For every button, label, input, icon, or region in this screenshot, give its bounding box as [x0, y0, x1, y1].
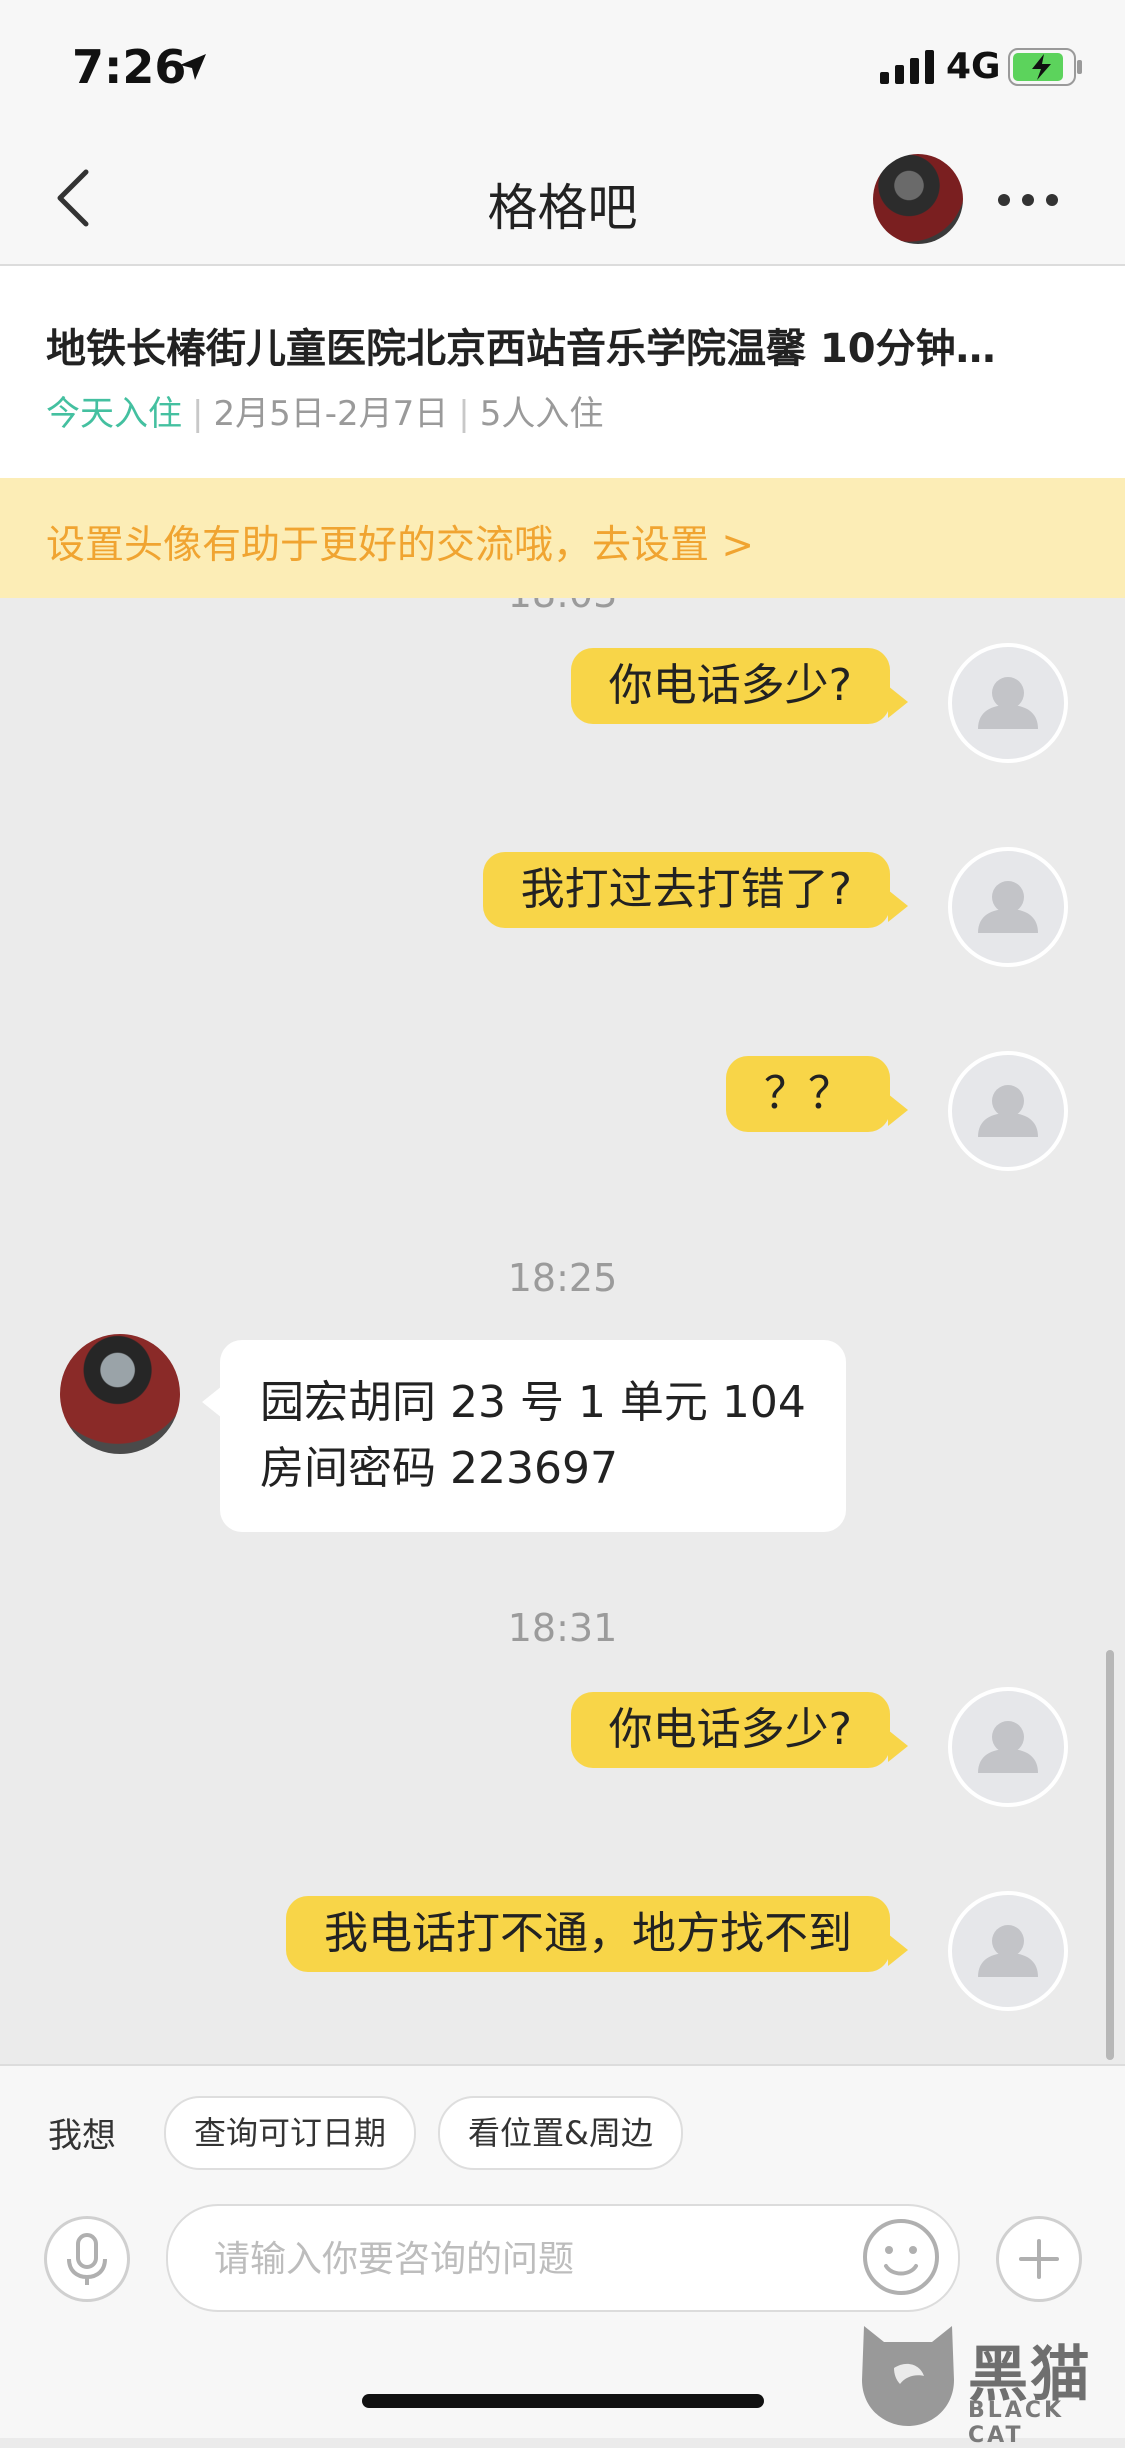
message-bubble-outgoing[interactable]: ？？ — [726, 1056, 908, 1132]
location-arrow-icon — [180, 54, 206, 80]
message-line: 园宏胡同 23 号 1 单元 104 — [260, 1377, 806, 1428]
user-placeholder-icon — [978, 677, 1038, 729]
listing-title: 地铁长椿街儿童医院北京西站音乐学院温馨 10分钟… — [46, 326, 996, 372]
nav-bar: 格格吧 — [0, 132, 1125, 266]
user-avatar — [948, 847, 1068, 967]
user-placeholder-icon — [978, 881, 1038, 933]
watermark: 黑猫 BLACK CAT — [850, 2320, 1120, 2448]
chat-scrollbar[interactable] — [1106, 1650, 1114, 2060]
guest-count: 5人入住 — [479, 394, 604, 434]
network-type: 4G — [946, 46, 1001, 87]
message-timestamp: 18:03 — [0, 598, 1125, 616]
quick-chip-location[interactable]: 看位置&周边 — [438, 2096, 683, 2170]
message-bubble-incoming[interactable]: 园宏胡同 23 号 1 单元 104 房间密码 223697 — [202, 1340, 846, 1532]
signal-icon — [880, 50, 934, 84]
divider: | — [192, 394, 204, 434]
message-bubble-outgoing[interactable]: 你电话多少? — [570, 1692, 909, 1768]
tip-text[interactable]: 设置头像有助于更好的交流哦，去设置 > — [46, 514, 754, 570]
message-timestamp: 18:31 — [507, 1606, 618, 1650]
input-row — [0, 2196, 1125, 2316]
battery-charging-icon — [1008, 48, 1082, 86]
user-avatar — [948, 643, 1068, 763]
user-placeholder-icon — [978, 1721, 1038, 1773]
message-bubble-outgoing[interactable]: 我电话打不通，地方找不到 — [286, 1896, 908, 1972]
more-options-icon[interactable] — [996, 192, 1060, 208]
quick-chip-available-dates[interactable]: 查询可订日期 — [164, 2096, 417, 2170]
user-avatar — [948, 1891, 1068, 2011]
user-placeholder-icon — [978, 1085, 1038, 1137]
black-cat-logo-icon — [862, 2326, 954, 2426]
voice-button[interactable] — [44, 2216, 130, 2302]
stay-dates: 2月5日-2月7日 — [213, 394, 449, 434]
message-timestamp: 18:25 — [507, 1256, 618, 1300]
microphone-icon — [67, 2233, 107, 2285]
host-avatar[interactable] — [60, 1334, 180, 1454]
home-indicator[interactable] — [362, 2394, 764, 2408]
message-input-box[interactable] — [166, 2204, 960, 2312]
user-avatar — [948, 1687, 1068, 1807]
message-bubble-outgoing[interactable]: 我打过去打错了? — [482, 852, 909, 928]
status-bar: 7:26 4G — [0, 0, 1125, 132]
avatar-tip-banner[interactable]: 设置头像有助于更好的交流哦，去设置 > — [0, 478, 1125, 598]
message-bubble-outgoing[interactable]: 你电话多少? — [570, 648, 909, 724]
user-placeholder-icon — [978, 1925, 1038, 1977]
emoji-icon[interactable] — [860, 2216, 942, 2298]
message-line: 房间密码 223697 — [260, 1443, 618, 1494]
user-avatar — [948, 1051, 1068, 1171]
checkin-status: 今天入住 — [46, 394, 182, 434]
quick-label: 我想 — [48, 2116, 116, 2156]
message-input[interactable] — [212, 2232, 816, 2286]
listing-meta: 今天入住 | 2月5日-2月7日 | 5人入住 — [46, 386, 603, 435]
add-attachment-button[interactable] — [996, 2216, 1082, 2302]
plus-icon — [1019, 2239, 1059, 2279]
watermark-en: BLACK CAT — [968, 2398, 1065, 2448]
host-avatar[interactable] — [873, 154, 963, 244]
listing-card[interactable]: 地铁长椿街儿童医院北京西站音乐学院温馨 10分钟… 今天入住 | 2月5日-2月7日… — [0, 266, 1125, 479]
chat-area[interactable]: 18:03 你电话多少? 我打过去打错了? ？？ 18:25 园宏胡同 23 号… — [0, 598, 1125, 2064]
status-time: 7:26 — [72, 40, 187, 94]
divider: | — [458, 394, 470, 434]
